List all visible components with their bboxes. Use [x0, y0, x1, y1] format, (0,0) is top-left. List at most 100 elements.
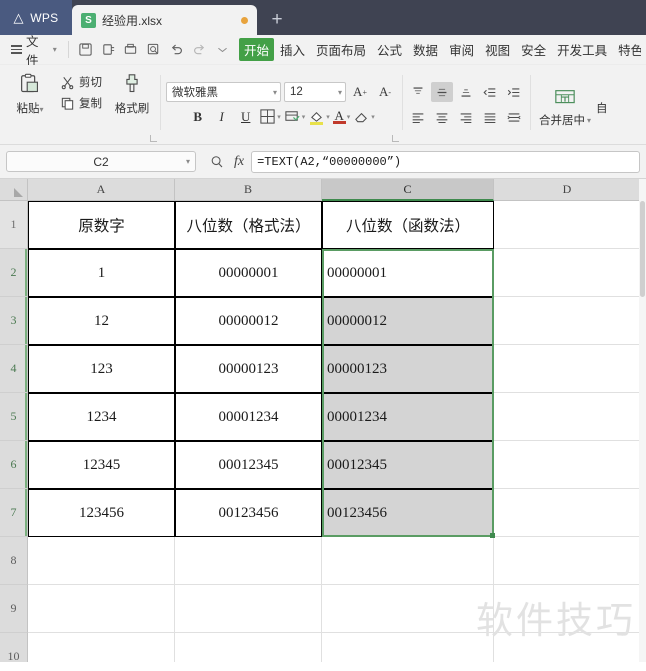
- print-preview-icon[interactable]: [97, 39, 120, 61]
- cell-c8[interactable]: [322, 537, 494, 585]
- name-box[interactable]: C2 ▾: [6, 151, 196, 172]
- cell-b6[interactable]: 00012345: [175, 441, 322, 489]
- cell-d5[interactable]: [494, 393, 641, 441]
- font-dialog-launcher[interactable]: [392, 135, 399, 142]
- row-header-7[interactable]: 7: [0, 489, 28, 537]
- tab-review[interactable]: 审阅: [444, 38, 479, 61]
- cell-c6[interactable]: 00012345: [322, 441, 494, 489]
- cell-d6[interactable]: [494, 441, 641, 489]
- cell-b2[interactable]: 00000001: [175, 249, 322, 297]
- vertical-scrollbar[interactable]: [639, 179, 646, 662]
- cell-a5[interactable]: 1234: [28, 393, 175, 441]
- cell-b1[interactable]: 八位数（格式法）: [175, 201, 322, 249]
- cell-style-button[interactable]: ▾: [284, 108, 305, 125]
- row-header-3[interactable]: 3: [0, 297, 28, 345]
- cell-a2[interactable]: 1: [28, 249, 175, 297]
- tab-insert[interactable]: 插入: [275, 38, 310, 61]
- underline-button[interactable]: U: [235, 106, 256, 127]
- increase-font-size-button[interactable]: A +: [349, 82, 371, 102]
- customize-caret-icon[interactable]: [211, 39, 234, 61]
- row-header-8[interactable]: 8: [0, 537, 28, 585]
- cell-c9[interactable]: [322, 585, 494, 633]
- bold-button[interactable]: B: [187, 106, 208, 127]
- column-header-a[interactable]: A: [28, 179, 175, 201]
- document-tab[interactable]: S 经验用.xlsx: [72, 5, 257, 35]
- cell-c7[interactable]: 00123456: [322, 489, 494, 537]
- merge-center-button[interactable]: 合并居中 ▾: [534, 81, 596, 128]
- cell-c5[interactable]: 00001234: [322, 393, 494, 441]
- row-header-1[interactable]: 1: [0, 201, 28, 249]
- undo-icon[interactable]: [165, 39, 188, 61]
- redo-icon[interactable]: [188, 39, 211, 61]
- row-header-10[interactable]: 10: [0, 633, 28, 662]
- tab-start[interactable]: 开始: [238, 38, 274, 61]
- formula-input[interactable]: =TEXT(A2,“00000000”): [251, 150, 640, 173]
- increase-indent-button[interactable]: [503, 82, 525, 102]
- cell-c1[interactable]: 八位数（函数法）: [322, 201, 494, 249]
- search-icon[interactable]: [209, 154, 225, 170]
- cell-d7[interactable]: [494, 489, 641, 537]
- cell-b3[interactable]: 00000012: [175, 297, 322, 345]
- tab-security[interactable]: 安全: [516, 38, 551, 61]
- cell-c2[interactable]: 00000001: [322, 249, 494, 297]
- tab-developer[interactable]: 开发工具: [552, 38, 612, 61]
- copy-button[interactable]: 复制: [57, 94, 105, 112]
- cell-b5[interactable]: 00001234: [175, 393, 322, 441]
- justify-button[interactable]: [479, 107, 501, 127]
- distribute-button[interactable]: [503, 107, 525, 127]
- align-middle-button[interactable]: [431, 82, 453, 102]
- cell-b4[interactable]: 00000123: [175, 345, 322, 393]
- decrease-font-size-button[interactable]: A-: [374, 82, 396, 102]
- cell-b8[interactable]: [175, 537, 322, 585]
- tab-page-layout[interactable]: 页面布局: [311, 38, 371, 61]
- align-top-button[interactable]: [407, 82, 429, 102]
- cell-a6[interactable]: 12345: [28, 441, 175, 489]
- clipboard-dialog-launcher[interactable]: [150, 135, 157, 142]
- insert-function-icon[interactable]: fx: [234, 154, 244, 170]
- font-family-select[interactable]: 微软雅黑 ▾: [166, 82, 281, 102]
- tab-data[interactable]: 数据: [408, 38, 443, 61]
- select-all-corner[interactable]: [0, 179, 28, 201]
- vertical-scrollbar-thumb[interactable]: [640, 201, 645, 297]
- cell-b9[interactable]: [175, 585, 322, 633]
- cell-c4[interactable]: 00000123: [322, 345, 494, 393]
- cell-b7[interactable]: 00123456: [175, 489, 322, 537]
- paste-button[interactable]: 粘贴▾: [6, 67, 54, 116]
- cell-a9[interactable]: [28, 585, 175, 633]
- align-center-button[interactable]: [431, 107, 453, 127]
- borders-button[interactable]: ▾: [259, 108, 281, 125]
- fill-color-button[interactable]: ▾: [308, 109, 330, 125]
- cell-a1[interactable]: 原数字: [28, 201, 175, 249]
- find-icon[interactable]: [142, 39, 165, 61]
- row-header-9[interactable]: 9: [0, 585, 28, 633]
- cell-d1[interactable]: [494, 201, 641, 249]
- row-header-4[interactable]: 4: [0, 345, 28, 393]
- decrease-indent-button[interactable]: [479, 82, 501, 102]
- new-tab-button[interactable]: +: [257, 5, 297, 35]
- cell-d3[interactable]: [494, 297, 641, 345]
- cell-a3[interactable]: 12: [28, 297, 175, 345]
- cell-c10[interactable]: [322, 633, 494, 662]
- tab-formulas[interactable]: 公式: [372, 38, 407, 61]
- row-header-6[interactable]: 6: [0, 441, 28, 489]
- italic-button[interactable]: I: [211, 106, 232, 127]
- align-right-button[interactable]: [455, 107, 477, 127]
- cell-a10[interactable]: [28, 633, 175, 662]
- save-icon[interactable]: [74, 39, 97, 61]
- align-left-button[interactable]: [407, 107, 429, 127]
- format-painter-button[interactable]: 格式刷: [108, 67, 156, 116]
- cell-c3[interactable]: 00000012: [322, 297, 494, 345]
- font-size-select[interactable]: 12 ▾: [284, 82, 346, 102]
- row-header-5[interactable]: 5: [0, 393, 28, 441]
- cell-a8[interactable]: [28, 537, 175, 585]
- cut-button[interactable]: 剪切: [57, 73, 105, 91]
- clear-format-button[interactable]: ▾: [353, 108, 375, 125]
- tab-view[interactable]: 视图: [480, 38, 515, 61]
- cell-b10[interactable]: [175, 633, 322, 662]
- cell-d4[interactable]: [494, 345, 641, 393]
- tab-featured-apps[interactable]: 特色应: [613, 38, 641, 61]
- file-menu-button[interactable]: 文件 ▾: [5, 31, 63, 69]
- cell-d8[interactable]: [494, 537, 641, 585]
- font-color-button[interactable]: A ▾: [332, 109, 350, 124]
- row-header-2[interactable]: 2: [0, 249, 28, 297]
